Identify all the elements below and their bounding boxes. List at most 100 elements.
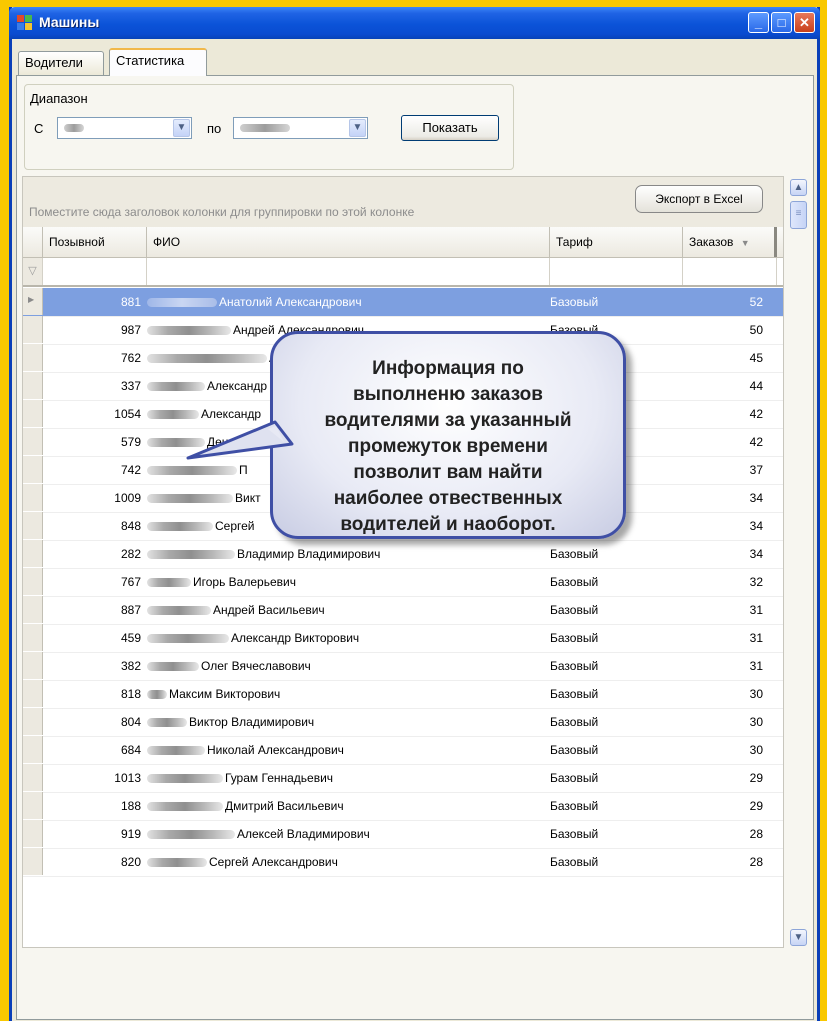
col-orders[interactable]: Заказов ▼ — [683, 227, 777, 257]
redacted-surname — [147, 774, 223, 784]
table-row[interactable]: 820 Сергей Александрович Базовый 28 — [23, 848, 783, 877]
row-selector[interactable] — [23, 344, 43, 371]
row-selector[interactable] — [23, 484, 43, 511]
redacted-surname — [147, 802, 223, 812]
filter-tariff[interactable] — [550, 258, 683, 285]
from-date-combo[interactable]: ▼ — [57, 117, 192, 139]
drivers-stats-grid: Поместите сюда заголовок колонки для гру… — [22, 176, 784, 948]
window-title: Машины — [39, 14, 100, 30]
row-selector[interactable] — [23, 372, 43, 399]
cell-tariff: Базовый — [550, 603, 599, 617]
table-row[interactable]: 684 Николай Александрович Базовый 30 — [23, 736, 783, 765]
filter-row: ▽ — [23, 258, 783, 287]
scroll-down-icon[interactable]: ▼ — [790, 929, 807, 946]
cell-orders: 32 — [749, 575, 763, 589]
row-selector[interactable] — [23, 820, 43, 847]
group-by-panel[interactable]: Поместите сюда заголовок колонки для гру… — [23, 177, 783, 228]
group-by-hint: Поместите сюда заголовок колонки для гру… — [29, 205, 415, 219]
table-row[interactable]: 459 Александр Викторович Базовый 31 — [23, 624, 783, 653]
cell-fio-text: Владимир Владимирович — [237, 547, 381, 561]
table-row[interactable]: 382 Олег Вячеславович Базовый 31 — [23, 652, 783, 681]
cell-orders: 29 — [749, 771, 763, 785]
cell-fio: Максим Викторович — [147, 687, 547, 701]
scroll-thumb[interactable]: ≡ — [790, 201, 807, 229]
cell-fio: Виктор Владимирович — [147, 715, 547, 729]
row-selector[interactable] — [23, 512, 43, 539]
table-row[interactable]: 767 Игорь Валерьевич Базовый 32 — [23, 568, 783, 597]
col-orders-label: Заказов — [689, 235, 734, 249]
filter-icon[interactable]: ▽ — [23, 258, 43, 285]
row-selector[interactable] — [23, 652, 43, 679]
vertical-scrollbar[interactable]: ▲ ≡ ▼ — [790, 179, 807, 946]
row-selector[interactable] — [23, 848, 43, 875]
close-icon[interactable]: ✕ — [794, 12, 815, 33]
cell-fio-text: Дмитрий Васильевич — [225, 799, 344, 813]
row-selector[interactable] — [23, 624, 43, 651]
maximize-icon[interactable]: □ — [771, 12, 792, 33]
cell-callsign: 987 — [120, 323, 141, 337]
redacted-surname — [147, 662, 199, 672]
row-selector[interactable] — [23, 680, 43, 707]
filter-callsign[interactable] — [43, 258, 147, 285]
cell-fio: Николай Александрович — [147, 743, 547, 757]
cell-callsign: 684 — [120, 743, 141, 757]
row-selector[interactable] — [23, 316, 43, 343]
row-selector[interactable] — [23, 792, 43, 819]
table-row[interactable]: 188 Дмитрий Васильевич Базовый 29 — [23, 792, 783, 821]
cell-fio-text: Игорь Валерьевич — [193, 575, 296, 589]
export-excel-button[interactable]: Экспорт в Excel — [635, 185, 763, 213]
cell-orders: 34 — [749, 519, 763, 533]
title-bar[interactable]: Машины _ □ ✕ — [9, 7, 820, 39]
cell-tariff: Базовый — [550, 743, 599, 757]
row-selector[interactable] — [23, 456, 43, 483]
tab-drivers[interactable]: Водители — [18, 51, 104, 75]
range-group-title: Диапазон — [30, 91, 88, 106]
row-selector[interactable] — [23, 568, 43, 595]
table-row[interactable]: 919 Алексей Владимирович Базовый 28 — [23, 820, 783, 849]
col-callsign[interactable]: Позывной — [43, 227, 147, 257]
cell-fio-text: Александр Викторович — [231, 631, 360, 645]
cell-tariff: Базовый — [550, 575, 599, 589]
redacted-surname — [147, 410, 199, 420]
table-row[interactable]: 818 Максим Викторович Базовый 30 — [23, 680, 783, 709]
cell-callsign: 820 — [120, 855, 141, 869]
cell-callsign: 767 — [120, 575, 141, 589]
minimize-icon[interactable]: _ — [748, 12, 769, 33]
cell-tariff: Базовый — [550, 547, 599, 561]
filter-fio[interactable] — [147, 258, 550, 285]
cell-callsign: 848 — [120, 519, 141, 533]
cell-orders: 34 — [749, 547, 763, 561]
row-selector[interactable] — [23, 596, 43, 623]
row-selector[interactable] — [23, 764, 43, 791]
chevron-down-icon[interactable]: ▼ — [349, 119, 366, 137]
row-selector[interactable] — [23, 540, 43, 567]
cell-fio-text: Максим Викторович — [169, 687, 281, 701]
table-row[interactable]: 1013 Гурам Геннадьевич Базовый 29 — [23, 764, 783, 793]
grid-header: Позывной ФИО Тариф Заказов ▼ — [23, 227, 783, 258]
cell-callsign: 818 — [120, 687, 141, 701]
table-row[interactable]: 282 Владимир Владимирович Базовый 34 — [23, 540, 783, 569]
show-button[interactable]: Показать — [401, 115, 499, 141]
row-selector[interactable] — [23, 428, 43, 455]
row-selector[interactable]: ▶ — [23, 288, 43, 315]
to-date-combo[interactable]: ▼ — [233, 117, 368, 139]
table-row[interactable]: ▶ 881 Анатолий Александрович Базовый 52 — [23, 288, 783, 317]
redacted-surname — [147, 326, 231, 336]
cell-fio-text: Викт — [235, 491, 261, 505]
cell-fio: Сергей Александрович — [147, 855, 547, 869]
table-row[interactable]: 804 Виктор Владимирович Базовый 30 — [23, 708, 783, 737]
table-row[interactable]: 887 Андрей Васильевич Базовый 31 — [23, 596, 783, 625]
filter-orders[interactable] — [683, 258, 777, 285]
tab-statistics[interactable]: Статистика — [109, 48, 207, 76]
row-selector[interactable] — [23, 400, 43, 427]
cell-callsign: 382 — [120, 659, 141, 673]
col-tariff[interactable]: Тариф — [550, 227, 683, 257]
cell-callsign: 742 — [120, 463, 141, 477]
scroll-up-icon[interactable]: ▲ — [790, 179, 807, 196]
row-selector[interactable] — [23, 708, 43, 735]
cell-fio: Олег Вячеславович — [147, 659, 547, 673]
chevron-down-icon[interactable]: ▼ — [173, 119, 190, 137]
row-selector[interactable] — [23, 736, 43, 763]
cell-tariff: Базовый — [550, 771, 599, 785]
col-fio[interactable]: ФИО — [147, 227, 550, 257]
